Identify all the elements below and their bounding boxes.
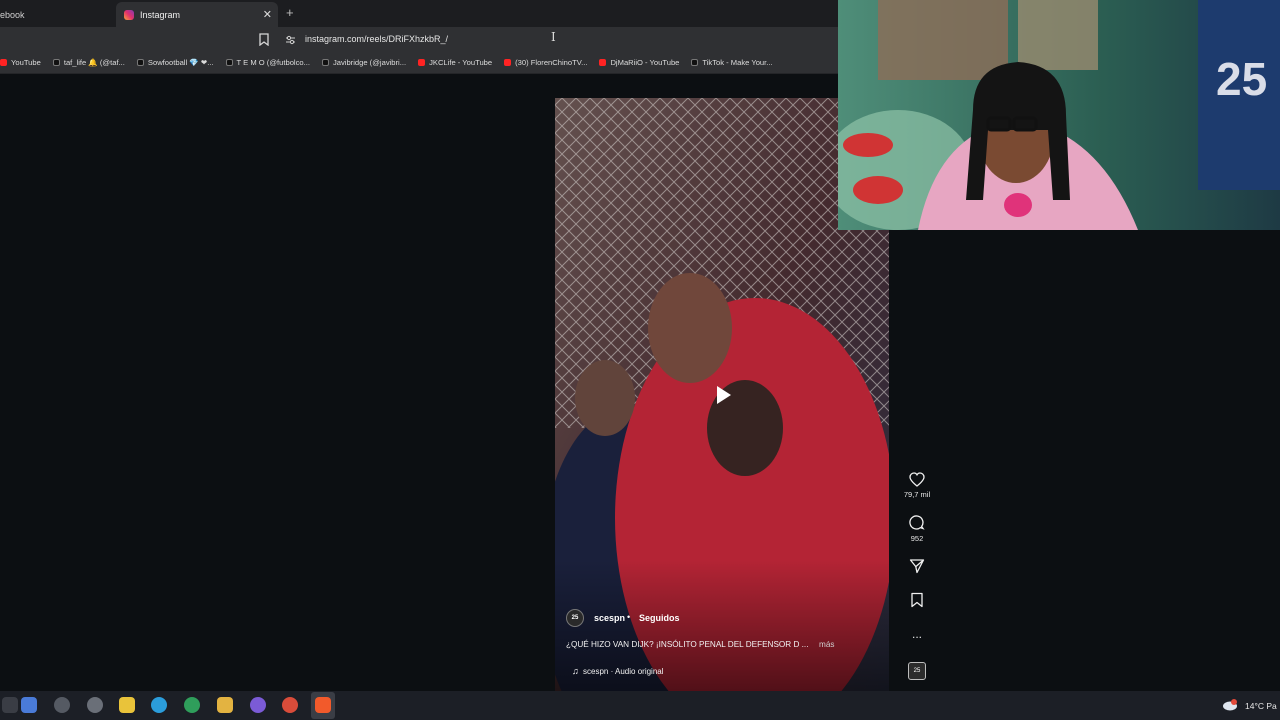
caption-more-link[interactable]: más <box>819 640 834 649</box>
separator-dot: • <box>627 612 631 622</box>
like-count: 79,7 mil <box>903 490 931 499</box>
weather-icon <box>1223 699 1237 711</box>
notes-icon[interactable] <box>119 697 135 713</box>
tab-instagram[interactable]: Instagram ✕ <box>116 2 278 27</box>
bookmarks-bar: YouTube taf_life 🔔 (@taf... Sowfootball … <box>0 52 838 74</box>
bookmark-item[interactable]: JKCLife - YouTube <box>418 58 492 67</box>
bookmark-item[interactable]: YouTube <box>0 58 41 67</box>
youtube-icon <box>504 59 512 66</box>
save-button[interactable] <box>902 592 932 608</box>
avatar[interactable]: 25 <box>566 609 584 627</box>
tab-label: ebook <box>0 9 25 20</box>
bookmark-item[interactable]: (30) FlorenChinoTV... <box>504 58 587 67</box>
telegram-icon[interactable] <box>151 697 167 713</box>
youtube-icon <box>0 59 7 66</box>
obs-icon[interactable] <box>87 697 103 713</box>
instagram-icon <box>124 9 134 20</box>
close-icon[interactable]: ✕ <box>263 8 272 21</box>
tiktok-icon <box>52 59 60 66</box>
bookmark-item[interactable]: TikTok - Make Your... <box>691 58 773 67</box>
chrome-icon[interactable] <box>282 697 298 713</box>
svg-text:25: 25 <box>1216 53 1267 105</box>
bookmark-item[interactable]: Javibridge (@javibri... <box>321 58 406 67</box>
copilot-icon[interactable] <box>21 697 37 713</box>
comment-count: 952 <box>910 534 924 543</box>
folder-icon[interactable] <box>217 697 233 713</box>
youtube-icon <box>599 59 607 66</box>
bookmark-item[interactable]: T E M O (@futbolco... <box>225 58 310 67</box>
tiktok-icon <box>691 59 699 66</box>
webcam-feed: 25 <box>838 0 1280 230</box>
text-cursor-icon: I <box>551 30 556 44</box>
tiktok-icon <box>136 59 144 66</box>
send-icon <box>909 559 925 574</box>
bookmark-icon[interactable] <box>258 33 270 46</box>
bookmark-item[interactable]: taf_life 🔔 (@taf... <box>52 58 125 67</box>
comment-icon <box>909 515 925 530</box>
address-bar[interactable]: instagram.com/reels/DRiFXhzkbR_/ <box>305 34 448 44</box>
share-button[interactable] <box>902 558 932 574</box>
tiktok-icon <box>225 59 233 66</box>
weather-readout[interactable]: 14°C Pa <box>1245 701 1277 711</box>
comment-button[interactable]: 952 <box>902 515 932 543</box>
reel-username[interactable]: scespn <box>594 613 625 623</box>
more-options-button[interactable]: ... <box>902 627 932 641</box>
new-tab-button[interactable]: + <box>286 5 294 20</box>
search-icon[interactable] <box>54 697 70 713</box>
bookmark-icon <box>911 592 923 608</box>
tab-label: Instagram <box>140 9 181 20</box>
play-icon[interactable] <box>708 381 736 409</box>
bookmark-item[interactable]: DjMaRiiO - YouTube <box>599 58 679 67</box>
webcam-overlay: 25 <box>838 0 1280 230</box>
like-button[interactable]: 79,7 mil <box>902 472 932 499</box>
reel-caption: ¿QUÉ HIZO VAN DIJK? ¡INSÓLITO PENAL DEL … <box>566 640 809 649</box>
following-button[interactable]: Seguidos <box>639 613 680 623</box>
youtube-icon <box>418 59 426 66</box>
brave-icon[interactable] <box>315 697 331 713</box>
start-icon[interactable] <box>2 697 18 713</box>
audio-thumbnail[interactable]: 25 <box>908 662 926 680</box>
heart-icon <box>909 472 925 487</box>
chrome-icon[interactable] <box>184 697 200 713</box>
bookmark-item[interactable]: Sowfootball 💎 ❤... <box>136 58 214 67</box>
site-info-icon[interactable] <box>285 35 296 45</box>
tiktok-icon <box>321 59 329 66</box>
music-note-icon: ♫ <box>572 666 579 676</box>
tab-facebook[interactable]: ebook <box>0 2 110 27</box>
reel-audio-link[interactable]: scespn · Audio original <box>583 667 664 676</box>
app-icon[interactable] <box>250 697 266 713</box>
